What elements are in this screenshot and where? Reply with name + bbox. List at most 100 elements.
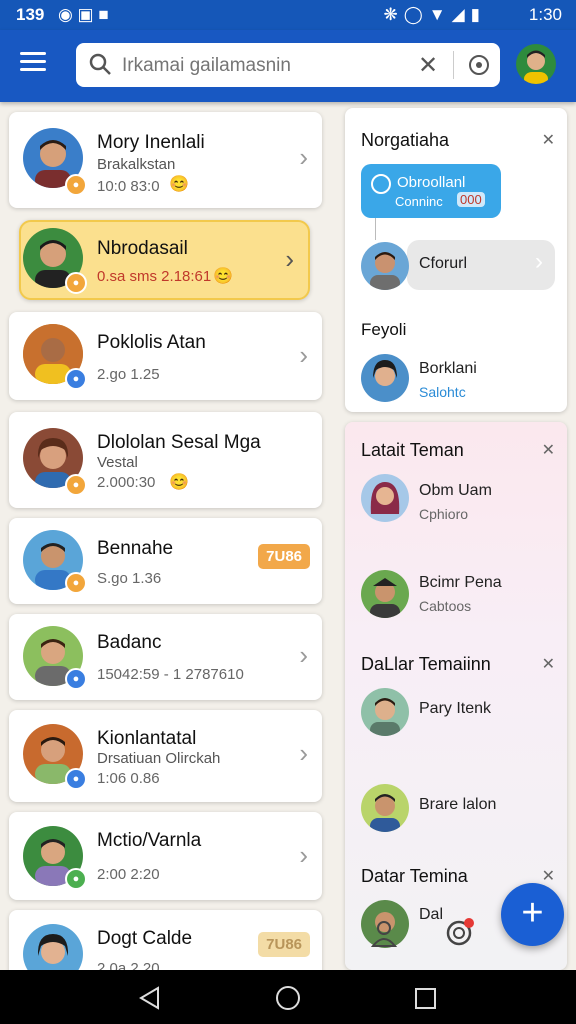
home-icon[interactable] — [276, 986, 300, 1010]
back-icon[interactable] — [138, 986, 160, 1010]
contact-name: Mory Inenlali — [97, 132, 205, 153]
list-item[interactable]: ● Kionlantatal Drsatiuan Olirckah 1:06 0… — [9, 710, 322, 802]
panel-title: Norgatiaha — [361, 130, 450, 150]
person-name: Brare lalon — [419, 796, 497, 813]
search-divider — [453, 51, 454, 79]
search-icon — [89, 53, 111, 75]
bubble-count: 000 — [457, 192, 485, 207]
status-time: 139 — [16, 5, 45, 24]
contact-name: Dogt Calde — [97, 928, 193, 949]
target-icon[interactable] — [445, 916, 477, 948]
list-item[interactable]: ● Bennahe S.go 1.36 7U86 — [9, 518, 322, 604]
count-badge: 7U86 — [258, 544, 310, 569]
status-badge: ● — [65, 368, 87, 390]
navigation-bar — [0, 970, 576, 1024]
contact-name: Nbrodasail — [97, 238, 188, 259]
status-badge: ● — [65, 868, 87, 890]
status-badge: ● — [65, 768, 87, 790]
contact-name: Kionlantatal — [97, 728, 197, 749]
contact-meta: 0.sa sms 2.18:61 — [97, 268, 212, 285]
count-badge: 7U86 — [258, 932, 310, 957]
contact-meta: 10:0 83:0 — [97, 178, 160, 195]
close-icon[interactable]: ✕ — [542, 654, 555, 674]
list-item[interactable]: ● Nbrodasail 0.sa sms 2.18:61 😊 › — [19, 220, 310, 300]
contact-name: Bennahe — [97, 538, 174, 559]
section-title: Feyoli — [361, 320, 407, 339]
person-subtitle: Cabtoos — [419, 598, 472, 614]
contact-meta: 2:00 2:20 — [97, 866, 160, 883]
chevron-right-icon: › — [299, 738, 308, 768]
contact-name: Mctio/Varnla — [97, 830, 202, 851]
section-title: DaLlar Temaiinn — [361, 654, 491, 674]
status-time-right: 1:30 — [528, 5, 562, 24]
profile-avatar[interactable] — [516, 44, 556, 84]
status-badge: ● — [65, 174, 87, 196]
close-icon[interactable]: ✕ — [542, 130, 555, 150]
person-name: Obm Uam — [419, 482, 492, 499]
chevron-right-icon: › — [299, 840, 308, 870]
contact-list: ● Mory Inenlali Brakalkstan 10:0 83:0 😊 … — [0, 102, 336, 970]
contact-meta: 2.0a 2.20 — [97, 960, 160, 970]
search-input[interactable] — [120, 51, 444, 81]
bubble-title: Obroollanl — [397, 174, 466, 191]
recents-icon[interactable] — [415, 988, 436, 1009]
message-bubble[interactable]: Obroollanl Conninc 000 — [361, 164, 501, 218]
person-name: Borklani — [419, 360, 477, 377]
chevron-right-icon: › — [299, 340, 308, 370]
list-item[interactable]: ● Mory Inenlali Brakalkstan 10:0 83:0 😊 … — [9, 112, 322, 208]
list-item[interactable]: ● Poklolis Atan 2.go 1.25 › — [9, 312, 322, 400]
item-name: Cforurl — [419, 255, 468, 272]
chat-icon — [371, 174, 391, 194]
contact-name: Dlololan Sesal Mga — [97, 432, 261, 453]
bubble-subtitle: Conninc — [395, 194, 443, 209]
emoji-icon: 😊 — [213, 268, 233, 285]
contact-subtitle: Drsatiuan Olirckah — [97, 750, 221, 767]
status-badge: ● — [65, 474, 87, 496]
contact-meta: 15042:59 - 1 2787610 — [97, 666, 244, 683]
status-badge: ● — [65, 668, 87, 690]
contact-name: Badanc — [97, 632, 162, 653]
gps-icon[interactable] — [466, 52, 492, 78]
status-badge: ● — [65, 272, 87, 294]
contact-meta: 2.000:30 — [97, 474, 156, 491]
conversation-item[interactable]: Cforurl › — [407, 240, 555, 290]
person-name: Dal — [419, 906, 444, 923]
status-bar: 139 ◉ ▣ ■ ❋◯▼◢▮ 1:30 — [0, 0, 576, 30]
avatar — [361, 570, 409, 618]
contact-subtitle: Vestal — [97, 454, 138, 471]
contact-name: Poklolis Atan — [97, 332, 206, 353]
clear-icon[interactable]: ✕ — [418, 51, 438, 80]
panel-notifications: Norgatiaha ✕ Obroollanl Conninc 000 Cfor… — [345, 108, 567, 412]
contact-subtitle: Brakalkstan — [97, 156, 176, 173]
menu-icon[interactable] — [20, 52, 46, 74]
person-name: Pary Itenk — [419, 700, 492, 717]
close-icon[interactable]: ✕ — [542, 866, 555, 886]
avatar — [23, 924, 83, 970]
system-icons: ❋◯▼◢▮ — [383, 5, 486, 24]
close-icon[interactable]: ✕ — [542, 440, 555, 460]
chevron-right-icon: › — [535, 248, 543, 275]
person-subtitle: Cphioro — [419, 506, 469, 522]
contact-meta: 2.go 1.25 — [97, 366, 160, 383]
chevron-right-icon: › — [285, 244, 294, 274]
emoji-icon: 😊 — [169, 176, 189, 193]
search-bar[interactable]: ✕ — [76, 43, 500, 87]
avatar — [361, 688, 409, 736]
emoji-icon: 😊 — [169, 474, 189, 491]
avatar — [361, 474, 409, 522]
add-button[interactable]: + — [501, 883, 564, 946]
avatar — [361, 784, 409, 832]
panel-title: Latait Teman — [361, 440, 464, 460]
list-item[interactable]: ● Badanc 15042:59 - 1 2787610 › — [9, 614, 322, 700]
list-item[interactable]: ● Mctio/Varnla 2:00 2:20 › — [9, 812, 322, 900]
notification-icons: ◉ ▣ ■ — [58, 5, 109, 24]
avatar — [361, 242, 409, 290]
person-icon[interactable] — [371, 920, 397, 948]
list-item[interactable]: ● Dlololan Sesal Mga Vestal 2.000:30 😊 — [9, 412, 322, 508]
person-subtitle: Salohtc — [419, 384, 466, 400]
status-badge: ● — [65, 572, 87, 594]
app-bar: ✕ — [0, 30, 576, 102]
section-title: Datar Temina — [361, 866, 468, 886]
list-item[interactable]: Dogt Calde 2.0a 2.20 7U86 — [9, 910, 322, 970]
contact-meta: 1:06 0.86 — [97, 770, 160, 787]
